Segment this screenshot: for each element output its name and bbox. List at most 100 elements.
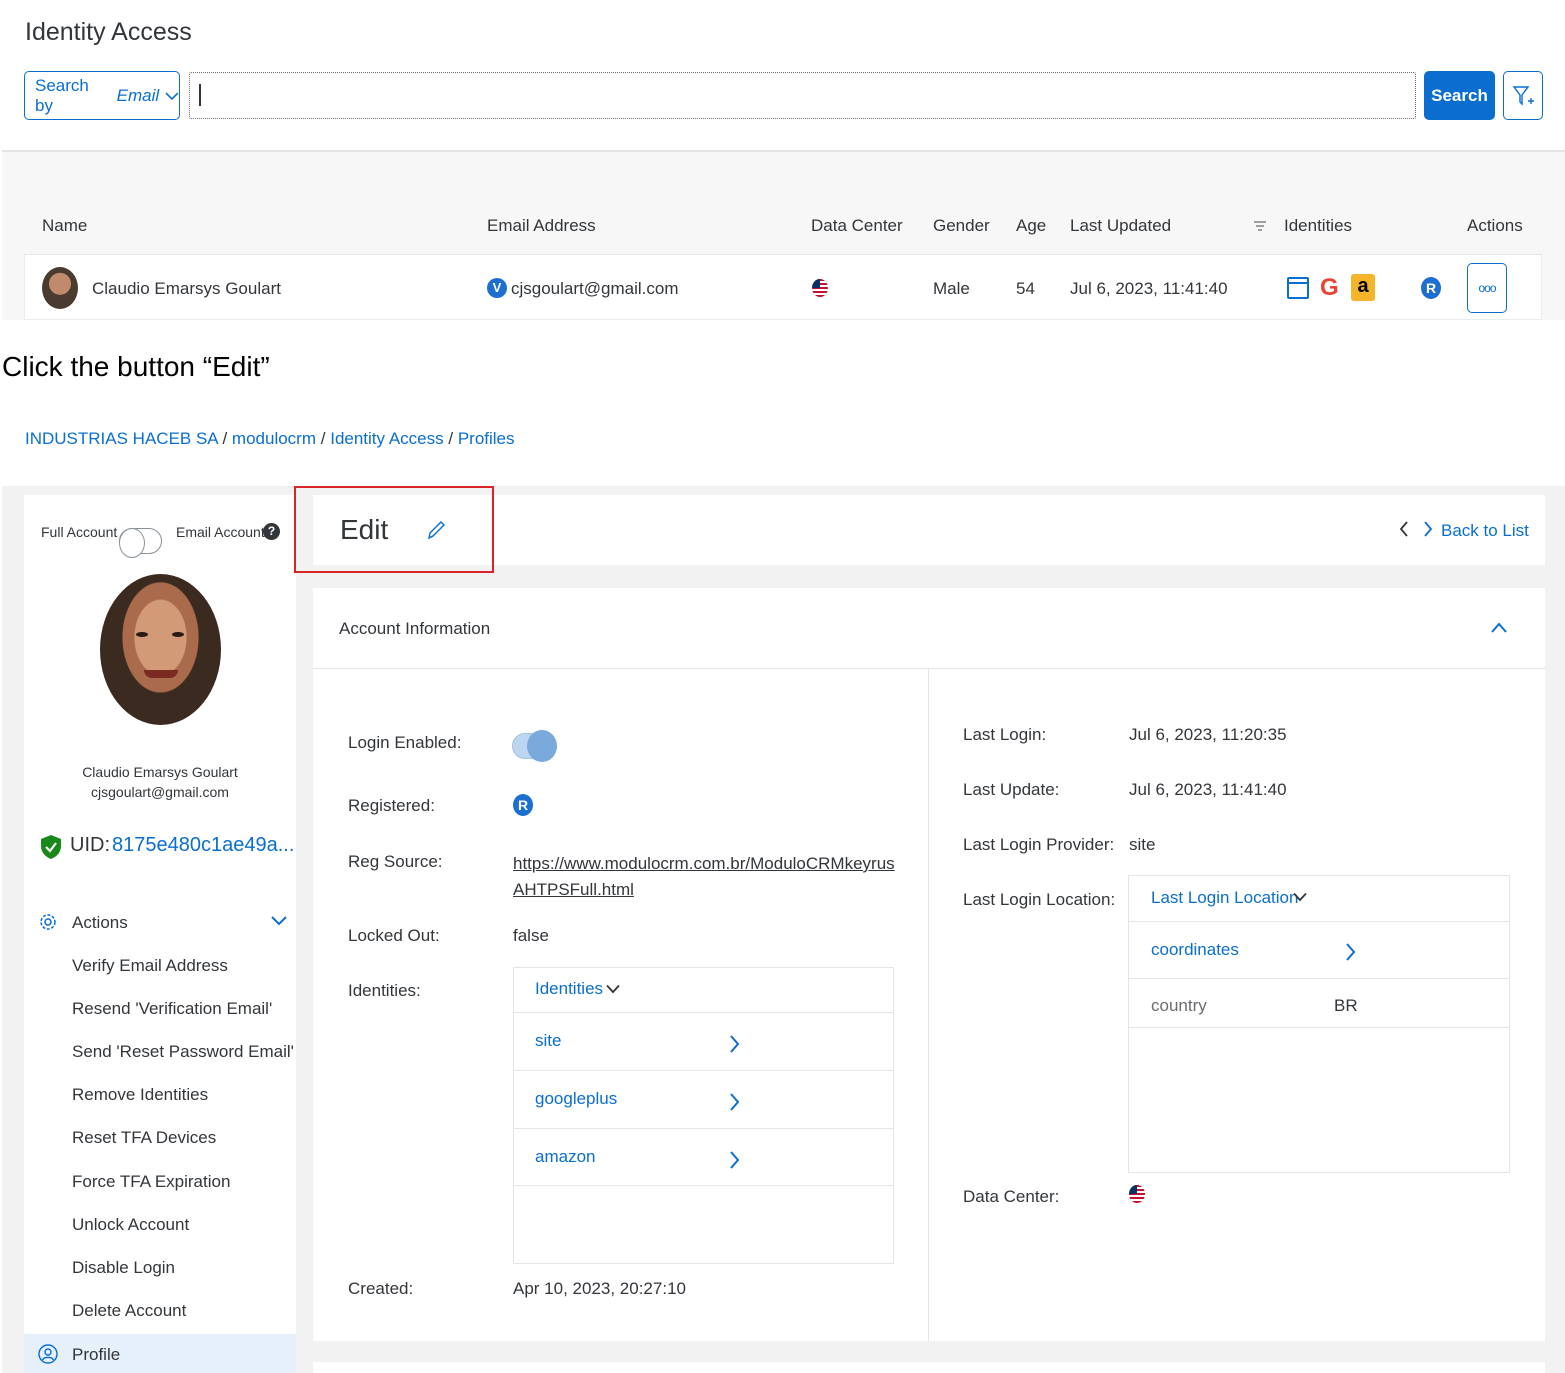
header-card [313, 495, 1545, 565]
action-resend-verification[interactable]: Resend 'Verification Email' [72, 999, 272, 1019]
site-identity-icon [1287, 277, 1309, 299]
user-icon [38, 1344, 58, 1364]
action-send-reset-password[interactable]: Send 'Reset Password Email' [72, 1042, 294, 1062]
search-by-field: Email [116, 85, 160, 105]
column-header-data-center[interactable]: Data Center [811, 216, 903, 236]
chevron-right-icon[interactable] [728, 1034, 740, 1054]
reg-source-label: Reg Source: [348, 852, 443, 871]
identity-googleplus[interactable]: googleplus [535, 1089, 617, 1109]
back-to-list-link[interactable]: Back to List [1441, 521, 1529, 541]
breadcrumb-item[interactable]: modulocrm [232, 429, 316, 448]
registered-badge-icon: R [513, 794, 533, 816]
chevron-up-icon[interactable] [1489, 620, 1509, 636]
breadcrumb-separator: / [222, 429, 228, 448]
search-by-dropdown[interactable]: Search by Email [24, 71, 180, 120]
row-age: 54 [1016, 279, 1035, 298]
page-title: Identity Access [25, 18, 192, 46]
email-account-label: Email Account [176, 524, 265, 540]
breadcrumb-item[interactable]: Identity Access [330, 429, 443, 448]
identities-dropdown[interactable]: Identities [535, 979, 603, 999]
breadcrumb: INDUSTRIAS HACEB SA / modulocrm / Identi… [25, 429, 515, 449]
identity-row-site[interactable] [514, 1013, 893, 1071]
shield-check-icon [41, 835, 61, 859]
edit-highlight-box [294, 486, 494, 573]
data-center-label: Data Center: [963, 1187, 1060, 1206]
breadcrumb-separator: / [320, 429, 326, 448]
profile-email: cjsgoulart@gmail.com [91, 784, 229, 800]
locked-out-label: Locked Out: [348, 926, 440, 945]
column-header-actions: Actions [1467, 216, 1523, 235]
sort-icon[interactable] [1254, 220, 1266, 232]
search-button[interactable]: Search [1424, 71, 1495, 120]
coordinates-link[interactable]: coordinates [1151, 940, 1239, 960]
action-reset-tfa-devices[interactable]: Reset TFA Devices [72, 1128, 216, 1148]
reg-source-link[interactable]: https://www.modulocrm.com.br/ModuloCRMke… [513, 851, 898, 903]
row-name[interactable]: Claudio Emarsys Goulart [92, 279, 281, 299]
action-unlock-account[interactable]: Unlock Account [72, 1215, 189, 1235]
login-enabled-label: Login Enabled: [348, 733, 462, 752]
chevron-right-icon[interactable] [1344, 942, 1356, 962]
breadcrumb-separator: / [448, 429, 454, 448]
photo-eye [136, 632, 148, 637]
last-login-label: Last Login: [963, 725, 1047, 744]
search-input[interactable] [189, 72, 1416, 119]
action-disable-login[interactable]: Disable Login [72, 1258, 175, 1278]
column-header-email[interactable]: Email Address [487, 216, 596, 236]
row-gender: Male [933, 279, 970, 298]
chevron-down-icon[interactable] [270, 912, 288, 930]
add-filter-button[interactable] [1503, 71, 1543, 120]
verified-badge-icon: V [487, 278, 507, 298]
help-icon[interactable]: ? [263, 523, 280, 540]
sidebar-item-label: Profile [72, 1345, 121, 1364]
chevron-down-icon[interactable] [1293, 892, 1307, 902]
avatar [42, 267, 78, 309]
text-caret [199, 84, 201, 106]
chevron-down-icon [165, 91, 179, 100]
country-value: BR [1334, 996, 1358, 1015]
identity-amazon[interactable]: amazon [535, 1147, 595, 1167]
action-delete-account[interactable]: Delete Account [72, 1301, 186, 1321]
chevron-right-icon[interactable] [728, 1150, 740, 1170]
photo-eye [172, 632, 184, 637]
column-header-identities[interactable]: Identities [1284, 216, 1352, 236]
more-actions-button[interactable]: ooo [1467, 263, 1507, 313]
next-section-card [313, 1362, 1545, 1373]
login-enabled-toggle[interactable] [512, 730, 557, 762]
identities-panel [513, 967, 894, 1264]
toggle-knob [119, 528, 145, 558]
profile-photo [100, 574, 221, 725]
divider [313, 668, 1545, 669]
identities-label: Identities: [348, 981, 421, 1000]
chevron-left-icon[interactable] [1398, 519, 1410, 539]
last-login-location-dropdown[interactable]: Last Login Location [1151, 888, 1298, 908]
chevron-right-icon[interactable] [728, 1092, 740, 1112]
toggle-knob [527, 730, 557, 762]
registered-label: Registered: [348, 796, 435, 815]
photo-mouth [144, 670, 178, 678]
actions-section-title[interactable]: Actions [72, 913, 128, 933]
column-header-last-updated[interactable]: Last Updated [1070, 216, 1171, 236]
identity-site[interactable]: site [535, 1031, 561, 1051]
sidebar-item-profile[interactable] [24, 1334, 296, 1373]
breadcrumb-item[interactable]: Profiles [458, 429, 515, 448]
last-login-location-label: Last Login Location: [963, 890, 1116, 909]
country-label: country [1151, 996, 1207, 1015]
divider [928, 669, 929, 1341]
last-login-location-panel [1128, 875, 1510, 1173]
account-type-toggle[interactable] [119, 528, 162, 558]
column-header-gender[interactable]: Gender [933, 216, 990, 236]
breadcrumb-item[interactable]: INDUSTRIAS HACEB SA [25, 429, 218, 448]
google-icon: G [1320, 274, 1339, 301]
uid-value[interactable]: 8175e480c1ae49a... [112, 834, 294, 857]
action-force-tfa-expiration[interactable]: Force TFA Expiration [72, 1172, 230, 1192]
column-header-name[interactable]: Name [42, 216, 87, 236]
row-last-updated: Jul 6, 2023, 11:41:40 [1070, 279, 1228, 298]
column-header-age[interactable]: Age [1016, 216, 1046, 236]
chevron-right-icon[interactable] [1422, 519, 1434, 539]
chevron-down-icon[interactable] [606, 984, 620, 994]
last-login-provider-value: site [1129, 835, 1156, 854]
action-verify-email[interactable]: Verify Email Address [72, 956, 228, 976]
section-title: Account Information [339, 619, 491, 638]
action-remove-identities[interactable]: Remove Identities [72, 1085, 208, 1105]
filter-add-icon [1512, 85, 1534, 106]
